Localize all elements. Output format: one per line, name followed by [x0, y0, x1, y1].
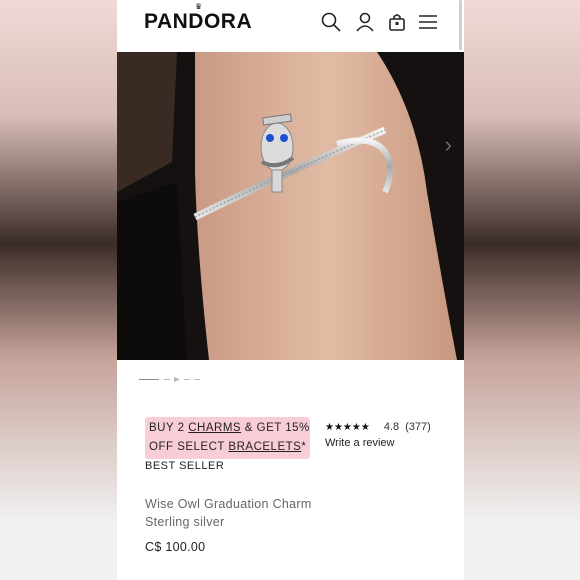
brand-logo[interactable]: PANDORA [144, 10, 252, 34]
rating-summary[interactable]: ★★★★★ 4.8 (377) [325, 421, 431, 433]
slide-indicator-active[interactable] [139, 379, 159, 380]
bracelets-link[interactable]: BRACELETS [228, 441, 301, 453]
slide-indicator[interactable] [184, 379, 190, 380]
blurred-background-left [0, 0, 117, 580]
slide-indicator[interactable] [164, 379, 170, 380]
menu-icon[interactable] [417, 11, 439, 33]
charms-link[interactable]: CHARMS [188, 422, 241, 434]
product-material: Sterling silver [145, 515, 225, 529]
product-image[interactable]: › [117, 52, 464, 360]
write-review-link[interactable]: Write a review [325, 437, 394, 449]
mobile-page: PANDORA ♛ › BUY 2 CHARMS & GET 15% OFF S… [117, 0, 464, 580]
next-arrow-icon[interactable]: › [445, 132, 452, 158]
product-price: C$ 100.00 [145, 540, 206, 554]
search-icon[interactable] [320, 11, 342, 33]
play-icon[interactable] [174, 377, 180, 382]
crown-icon: ♛ [195, 2, 203, 11]
bag-icon[interactable] [386, 11, 408, 33]
slide-indicator[interactable] [194, 379, 200, 380]
review-count: (377) [405, 421, 431, 433]
best-seller-badge: BEST SELLER [145, 460, 225, 472]
site-header: PANDORA ♛ [117, 0, 464, 52]
blurred-background-right [464, 0, 580, 580]
scrollbar[interactable] [459, 0, 462, 50]
promo-banner: BUY 2 CHARMS & GET 15% OFF SELECT BRACEL… [145, 417, 310, 459]
bracelet-photo [117, 52, 464, 360]
account-icon[interactable] [354, 11, 376, 33]
product-name: Wise Owl Graduation Charm [145, 497, 312, 511]
star-rating-icon: ★★★★★ [325, 422, 370, 433]
rating-value: 4.8 [383, 421, 400, 433]
